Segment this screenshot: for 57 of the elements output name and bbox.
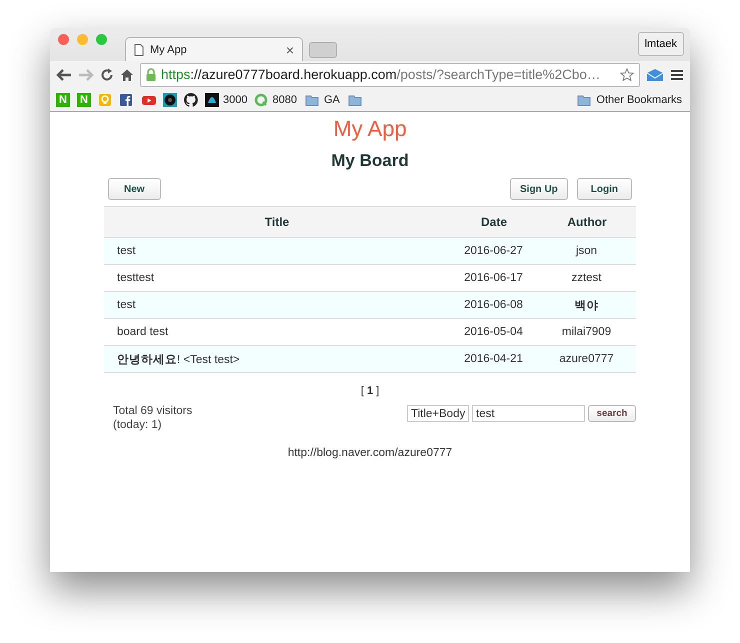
- bulb-icon: [98, 92, 112, 106]
- table-row[interactable]: test 2016-06-08 백야: [104, 292, 636, 318]
- column-header: Title: [104, 206, 450, 238]
- minimize-window-icon[interactable]: [77, 34, 88, 45]
- tab-title: My App: [150, 44, 188, 56]
- table-row[interactable]: testtest 2016-06-17 zztest: [104, 264, 636, 292]
- new-button[interactable]: New: [108, 178, 161, 200]
- mail-icon: [646, 68, 664, 82]
- browser-tab[interactable]: My App ×: [125, 37, 303, 61]
- table-row[interactable]: board test 2016-05-04 milai7909: [104, 318, 636, 346]
- bookmark-link[interactable]: 8080: [272, 94, 297, 106]
- facebook-icon: [119, 92, 133, 106]
- other-bookmarks-link[interactable]: Other Bookmarks: [596, 94, 682, 106]
- search-button[interactable]: search: [588, 405, 636, 422]
- bookmark-link[interactable]: 3000: [223, 94, 248, 106]
- home-icon: [120, 68, 134, 82]
- url-host: ://azure0777board.herokuapp.com: [190, 67, 397, 82]
- forward-icon: [78, 68, 94, 82]
- folder-icon: [304, 92, 320, 106]
- profile-button[interactable]: lmtaek: [638, 32, 684, 56]
- bookmark-link[interactable]: GA: [324, 94, 340, 106]
- reload-icon: [100, 68, 114, 82]
- search-type-select[interactable]: Title+Body: [407, 405, 469, 422]
- tab-close-button[interactable]: ×: [286, 42, 294, 58]
- folder-icon: [576, 92, 592, 106]
- table-row[interactable]: test 2016-06-27 json: [104, 238, 636, 264]
- post-title-cell[interactable]: 안녕하세요! <Test test>: [104, 346, 450, 372]
- pagination[interactable]: [ 1 ]: [360, 385, 380, 397]
- page-icon: [134, 44, 144, 56]
- sign-up-button[interactable]: Sign Up: [510, 178, 568, 200]
- lock-icon: [145, 68, 157, 82]
- column-header: Author: [538, 206, 636, 238]
- github-icon: [184, 92, 198, 106]
- address-bar[interactable]: https://azure0777board.herokuapp.com/posts/?searchType=title%2Cbo…: [140, 62, 640, 86]
- close-window-icon[interactable]: [58, 34, 69, 45]
- login-button[interactable]: Login: [576, 178, 632, 200]
- visitor-count: Total 69 visitors: [113, 405, 192, 417]
- app-title: My App: [333, 116, 407, 142]
- blog-link[interactable]: http://blog.naver.com/azure0777: [288, 447, 452, 459]
- zoom-window-icon[interactable]: [96, 34, 107, 45]
- disc-icon: [163, 92, 177, 106]
- bookmark-ring-icon: [254, 92, 268, 106]
- new-tab-button[interactable]: [309, 42, 337, 58]
- visitor-count: (today: 1): [113, 419, 163, 431]
- bookmark-icon: [205, 92, 219, 106]
- column-header: Date: [450, 206, 538, 238]
- url-scheme: https: [161, 67, 190, 82]
- star-icon: [619, 68, 635, 82]
- table-row[interactable]: 안녕하세요! <Test test> 2016-04-21 azure0777: [104, 346, 636, 372]
- search-field[interactable]: test: [472, 405, 585, 422]
- folder-icon: [346, 92, 363, 106]
- board-title: My Board: [331, 151, 409, 171]
- menu-icon: [670, 68, 684, 82]
- author-cell: azure0777: [538, 346, 636, 372]
- url-path: /posts/?searchType=title%2Cbo…: [396, 67, 600, 82]
- date-cell: 2016-04-21: [450, 346, 538, 372]
- back-icon: [56, 68, 72, 82]
